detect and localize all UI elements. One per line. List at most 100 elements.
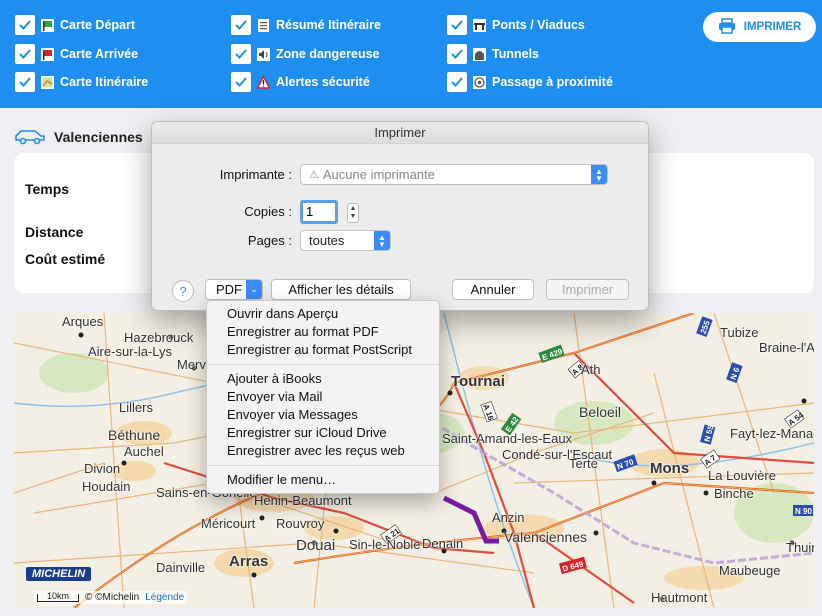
- map-place: Ath: [581, 362, 601, 377]
- map-place: Maubeuge: [719, 563, 781, 578]
- pdf-dropdown-menu: Ouvrir dans Aperçu Enregistrer au format…: [206, 300, 440, 494]
- map-place: Terte: [569, 456, 598, 471]
- list-icon: [257, 18, 270, 32]
- target-icon: [473, 75, 486, 89]
- print-dialog-button[interactable]: Imprimer: [546, 279, 629, 300]
- map-place: Divion: [84, 461, 121, 476]
- tunnel-icon: [473, 47, 486, 61]
- print-options-bar: Carte Départ Carte Arrivée Carte Itinéra…: [0, 0, 822, 108]
- menu-item-save-icloud[interactable]: Enregistrer sur iCloud Drive: [207, 424, 439, 442]
- option-passage-proximite[interactable]: Passage à proximité: [447, 72, 613, 92]
- menu-item-send-messages[interactable]: Envoyer via Messages: [207, 406, 439, 424]
- printer-value: Aucune imprimante: [322, 167, 435, 182]
- chevron-updown-icon: ▲ ▼: [374, 231, 390, 250]
- pages-label: Pages :: [247, 233, 292, 248]
- dialog-title: Imprimer: [152, 122, 648, 144]
- distance-label: Distance: [25, 224, 84, 240]
- map-place: Lillers: [119, 400, 153, 415]
- pages-select[interactable]: toutes ▲ ▼: [300, 230, 391, 251]
- menu-item-add-ibooks[interactable]: Ajouter à iBooks: [207, 370, 439, 388]
- speaker-icon: [257, 47, 270, 61]
- map-place: Braine-l'Alleud: [759, 340, 814, 355]
- cancel-button[interactable]: Annuler: [452, 279, 534, 300]
- menu-item-save-pdf[interactable]: Enregistrer au format PDF: [207, 323, 439, 341]
- map-place: Valenciennes: [504, 529, 588, 545]
- time-label: Temps: [25, 181, 70, 197]
- menu-item-save-postscript[interactable]: Enregistrer au format PostScript: [207, 341, 439, 359]
- map-place: Anzin: [492, 510, 525, 525]
- menu-item-open-preview[interactable]: Ouvrir dans Aperçu: [207, 305, 439, 323]
- option-carte-itineraire[interactable]: Carte Itinéraire: [15, 72, 148, 92]
- map-place: Merv: [177, 357, 206, 372]
- map-place: Saint-Amand-les-Eaux: [442, 431, 573, 446]
- map-place: Béthune: [108, 427, 161, 443]
- option-label: Ponts / Viaducs: [492, 18, 585, 32]
- checkbox-checked-icon[interactable]: [15, 15, 35, 35]
- checkbox-checked-icon[interactable]: [447, 72, 467, 92]
- pdf-label: PDF: [216, 282, 242, 297]
- help-button[interactable]: ?: [172, 280, 194, 302]
- checkbox-checked-icon[interactable]: [447, 44, 467, 64]
- map-place: Aire-sur-la-Lys: [88, 344, 173, 359]
- flag-red-icon: [41, 47, 54, 61]
- map-place: Douai: [296, 537, 336, 554]
- menu-item-send-mail[interactable]: Envoyer via Mail: [207, 388, 439, 406]
- option-tunnels[interactable]: Tunnels: [447, 44, 539, 64]
- checkbox-checked-icon[interactable]: [231, 72, 251, 92]
- route-header: Valenciennes: [14, 126, 143, 148]
- chevron-updown-icon: ▲ ▼: [591, 165, 607, 184]
- copies-label: Copies :: [244, 204, 292, 219]
- checkbox-checked-icon[interactable]: [15, 72, 35, 92]
- checkbox-checked-icon[interactable]: [15, 44, 35, 64]
- map-place: Denain: [422, 536, 464, 551]
- pdf-menu-button[interactable]: PDF ⌄: [205, 279, 263, 300]
- printer-label: Imprimante :: [219, 167, 292, 182]
- map-place: La Louvière: [708, 468, 776, 483]
- menu-item-save-web-receipts[interactable]: Enregistrer avec les reçus web: [207, 442, 439, 460]
- map-place: Arras: [229, 553, 269, 570]
- checkbox-checked-icon[interactable]: [231, 44, 251, 64]
- option-alertes-securite[interactable]: Alertes sécurité: [231, 72, 370, 92]
- menu-item-edit-menu[interactable]: Modifier le menu…: [207, 471, 439, 489]
- option-label: Carte Itinéraire: [60, 75, 149, 89]
- option-carte-arrivee[interactable]: Carte Arrivée: [15, 44, 138, 64]
- map-place: Houdain: [82, 479, 131, 494]
- map-place: Arques: [62, 314, 104, 329]
- map-place: Thuin: [786, 540, 814, 555]
- cost-label: Coût estimé: [25, 251, 106, 267]
- checkbox-checked-icon[interactable]: [447, 15, 467, 35]
- map-place: Fayt-lez-Manage: [730, 426, 814, 441]
- map-place: Hazebrouck: [124, 330, 194, 345]
- menu-divider: [207, 465, 439, 466]
- option-zone-dangereuse[interactable]: Zone dangereuse: [231, 44, 380, 64]
- map-place: Mons: [650, 460, 690, 477]
- option-resume-itineraire[interactable]: Résumé Itinéraire: [231, 15, 381, 35]
- print-button-label: IMPRIMER: [743, 21, 802, 33]
- michelin-logo: MICHELIN: [26, 567, 92, 581]
- map-scale: 10km © ©Michelin Légende: [34, 591, 188, 604]
- option-ponts-viaducs[interactable]: Ponts / Viaducs: [447, 15, 585, 35]
- printer-select[interactable]: ⚠ Aucune imprimante ▲ ▼: [300, 164, 608, 185]
- map-place: Binche: [714, 486, 754, 501]
- checkbox-checked-icon[interactable]: [231, 15, 251, 35]
- copies-stepper[interactable]: ▲ ▼: [347, 203, 359, 223]
- route-title: Valenciennes: [54, 129, 143, 145]
- option-label: Alertes sécurité: [276, 75, 370, 89]
- menu-divider: [207, 364, 439, 365]
- map-place: Henin-Beaumont: [254, 493, 352, 508]
- map-place: Méricourt: [201, 516, 256, 531]
- map-copyright: © ©Michelin: [85, 592, 140, 603]
- svg-text:N 90: N 90: [795, 507, 812, 516]
- option-label: Zone dangereuse: [276, 47, 380, 61]
- map-place: Hautmont: [651, 590, 708, 605]
- copies-input[interactable]: 1: [300, 200, 338, 224]
- map-place: Sin-le-Noble: [349, 537, 421, 552]
- show-details-button[interactable]: Afficher les détails: [271, 279, 411, 300]
- print-button[interactable]: IMPRIMER: [703, 12, 816, 42]
- option-carte-depart[interactable]: Carte Départ: [15, 15, 135, 35]
- legend-link[interactable]: Légende: [145, 592, 184, 603]
- map-place: Auchel: [124, 444, 164, 459]
- option-label: Résumé Itinéraire: [276, 18, 381, 32]
- map-place: Tubize: [720, 325, 759, 340]
- option-label: Passage à proximité: [492, 75, 613, 89]
